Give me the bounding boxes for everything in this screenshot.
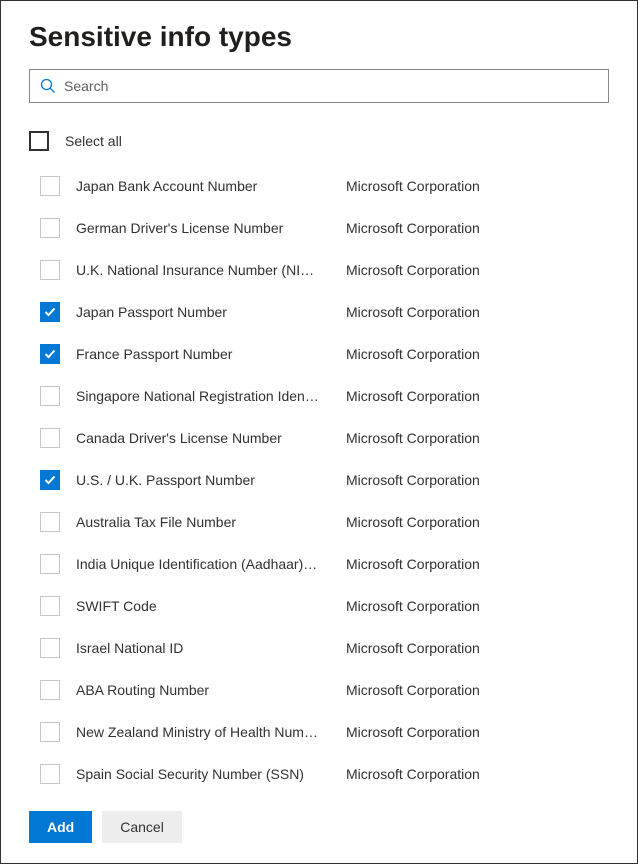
row-publisher: Microsoft Corporation <box>344 262 637 278</box>
list-item[interactable]: German Driver's License Number Microsoft … <box>29 207 637 249</box>
row-name: Canada Driver's License Number <box>76 430 328 446</box>
row-name: Spain Social Security Number (SSN) <box>76 766 328 782</box>
list-item[interactable]: Israel National ID Microsoft Corporation <box>29 627 637 669</box>
row-name: German Driver's License Number <box>76 220 328 236</box>
row-checkbox[interactable] <box>40 344 60 364</box>
list-item[interactable]: France Passport Number Microsoft Corporat… <box>29 333 637 375</box>
row-checkbox[interactable] <box>40 680 60 700</box>
row-name: U.K. National Insurance Number (NINO) <box>76 262 328 278</box>
page-title: Sensitive info types <box>29 21 609 53</box>
row-publisher: Microsoft Corporation <box>344 388 637 404</box>
row-name: Singapore National Registration Identity… <box>76 388 328 404</box>
row-publisher: Microsoft Corporation <box>344 430 637 446</box>
row-checkbox[interactable] <box>40 596 60 616</box>
row-publisher: Microsoft Corporation <box>344 514 637 530</box>
row-checkbox[interactable] <box>40 470 60 490</box>
row-publisher: Microsoft Corporation <box>344 766 637 782</box>
row-name: Israel National ID <box>76 640 328 656</box>
row-name: India Unique Identification (Aadhaar) Nu… <box>76 556 328 572</box>
row-name: SWIFT Code <box>76 598 328 614</box>
select-all-label: Select all <box>65 133 122 149</box>
row-publisher: Microsoft Corporation <box>344 640 637 656</box>
list-item[interactable]: Spain Social Security Number (SSN) Micros… <box>29 753 637 795</box>
row-name: Japan Passport Number <box>76 304 328 320</box>
list-item[interactable]: India Unique Identification (Aadhaar) Nu… <box>29 543 637 585</box>
list-item[interactable]: Japan Bank Account Number Microsoft Corpo… <box>29 165 637 207</box>
row-checkbox[interactable] <box>40 512 60 532</box>
row-publisher: Microsoft Corporation <box>344 556 637 572</box>
check-icon <box>43 473 57 487</box>
list-item[interactable]: New Zealand Ministry of Health Number Mic… <box>29 711 637 753</box>
row-publisher: Microsoft Corporation <box>344 472 637 488</box>
cancel-button[interactable]: Cancel <box>102 811 182 843</box>
row-checkbox[interactable] <box>40 260 60 280</box>
row-name: France Passport Number <box>76 346 328 362</box>
row-name: Japan Bank Account Number <box>76 178 328 194</box>
row-checkbox[interactable] <box>40 722 60 742</box>
list-item[interactable]: Japan Passport Number Microsoft Corporati… <box>29 291 637 333</box>
list-item[interactable]: U.K. National Insurance Number (NINO) Mic… <box>29 249 637 291</box>
add-button[interactable]: Add <box>29 811 92 843</box>
row-publisher: Microsoft Corporation <box>344 598 637 614</box>
search-box[interactable] <box>29 69 609 103</box>
row-checkbox[interactable] <box>40 302 60 322</box>
row-name: U.S. / U.K. Passport Number <box>76 472 328 488</box>
row-publisher: Microsoft Corporation <box>344 304 637 320</box>
check-icon <box>43 347 57 361</box>
list-item[interactable]: Australia Tax File Number Microsoft Corpo… <box>29 501 637 543</box>
list-item[interactable]: U.S. / U.K. Passport Number Microsoft Cor… <box>29 459 637 501</box>
row-publisher: Microsoft Corporation <box>344 178 637 194</box>
row-checkbox[interactable] <box>40 554 60 574</box>
info-type-list[interactable]: Japan Bank Account Number Microsoft Corpo… <box>1 165 637 795</box>
row-publisher: Microsoft Corporation <box>344 724 637 740</box>
row-checkbox[interactable] <box>40 386 60 406</box>
row-checkbox[interactable] <box>40 638 60 658</box>
row-publisher: Microsoft Corporation <box>344 220 637 236</box>
row-publisher: Microsoft Corporation <box>344 682 637 698</box>
check-icon <box>43 305 57 319</box>
row-name: Australia Tax File Number <box>76 514 328 530</box>
row-name: ABA Routing Number <box>76 682 328 698</box>
search-input[interactable] <box>64 78 598 94</box>
row-checkbox[interactable] <box>40 764 60 784</box>
row-checkbox[interactable] <box>40 218 60 238</box>
list-item[interactable]: Singapore National Registration Identity… <box>29 375 637 417</box>
row-publisher: Microsoft Corporation <box>344 346 637 362</box>
row-checkbox[interactable] <box>40 428 60 448</box>
select-all-checkbox[interactable] <box>29 131 49 151</box>
list-item[interactable]: SWIFT Code Microsoft Corporation <box>29 585 637 627</box>
row-checkbox[interactable] <box>40 176 60 196</box>
list-item[interactable]: ABA Routing Number Microsoft Corporation <box>29 669 637 711</box>
search-icon <box>40 78 56 94</box>
list-item[interactable]: Canada Driver's License Number Microsoft … <box>29 417 637 459</box>
row-name: New Zealand Ministry of Health Number <box>76 724 328 740</box>
